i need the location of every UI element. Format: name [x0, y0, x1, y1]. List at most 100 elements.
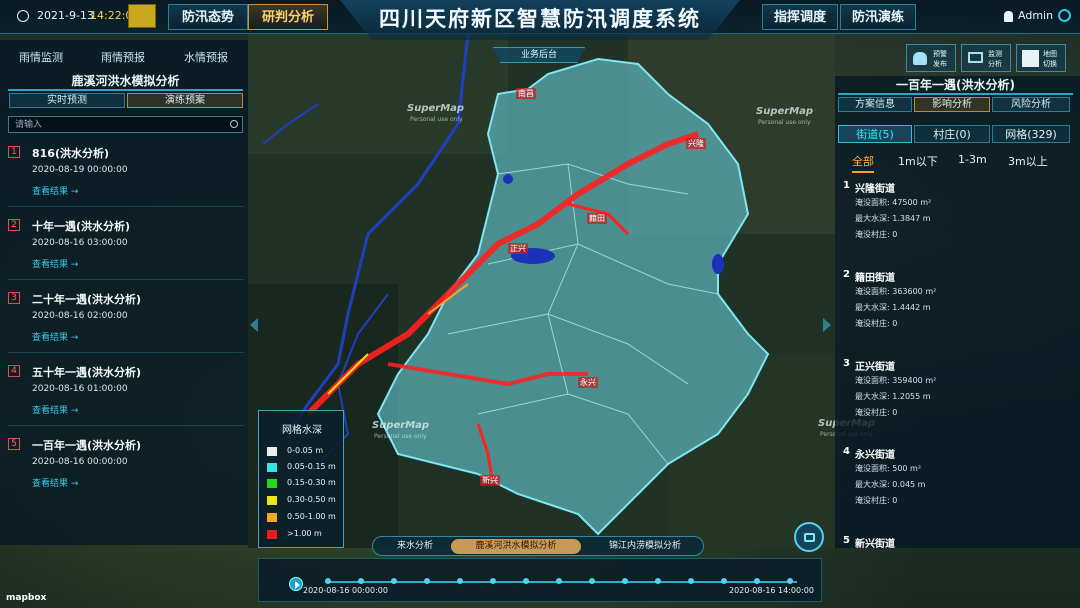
- tab-rain-forecast[interactable]: 雨情预报: [82, 49, 164, 65]
- scenario-time: 2020-08-16 02:00:00: [32, 311, 128, 321]
- scenario-item[interactable]: 4 五十年一遇(洪水分析) 2020-08-16 01:00:00 查看结果 →: [8, 363, 244, 435]
- map-switch-label: 切换: [1043, 60, 1057, 68]
- monitor-analysis-button[interactable]: 监测 分析: [961, 44, 1011, 72]
- view-result-link[interactable]: 查看结果 →: [32, 257, 78, 270]
- street-item[interactable]: 3 正兴街道 淹没面积: 359400 m² 最大水深: 1.2055 m 淹没…: [843, 356, 1073, 444]
- timeline-end: 2020-08-16 14:00:00: [729, 586, 814, 595]
- nav-analysis[interactable]: 研判分析: [248, 4, 328, 30]
- timeline-tick[interactable]: [457, 578, 463, 584]
- view-result-link[interactable]: 查看结果 →: [32, 476, 78, 489]
- timeline-tick[interactable]: [490, 578, 496, 584]
- timeline-tick[interactable]: [523, 578, 529, 584]
- clock-icon: [17, 10, 29, 22]
- warning-publish-button[interactable]: 预警 发布: [906, 44, 956, 72]
- place-label: 籍田: [587, 213, 607, 224]
- subtab-risk-analysis[interactable]: 风险分析: [992, 97, 1070, 112]
- view-result-link[interactable]: 查看结果 →: [32, 403, 78, 416]
- timeline-tick[interactable]: [424, 578, 430, 584]
- street-name: 永兴街道: [855, 450, 895, 461]
- tab-jinjiang-waterlog-sim[interactable]: 锦江内涝模拟分析: [591, 539, 699, 554]
- legend-label: 0.50-1.00 m: [287, 512, 336, 521]
- legend-swatch: [267, 463, 277, 472]
- subtab-realtime[interactable]: 实时预测: [9, 93, 125, 108]
- street-item[interactable]: 1 兴隆街道 淹没面积: 47500 m² 最大水深: 1.3847 m 淹没村…: [843, 178, 1073, 266]
- power-icon[interactable]: [1058, 9, 1071, 22]
- timeline-tick[interactable]: [754, 578, 760, 584]
- nav-command[interactable]: 指挥调度: [762, 4, 838, 30]
- legend-swatch: [267, 530, 277, 539]
- street-name: 兴隆街道: [855, 184, 895, 195]
- timeline-tick[interactable]: [589, 578, 595, 584]
- tab-villages[interactable]: 村庄(0): [914, 125, 990, 143]
- monitor-icon: [968, 52, 983, 63]
- tab-luxi-flood-sim[interactable]: 鹿溪河洪水模拟分析: [451, 539, 581, 554]
- map-switch-button[interactable]: 地图 切换: [1016, 44, 1066, 72]
- scenario-name: 五十年一遇(洪水分析): [32, 366, 142, 379]
- tab-grids[interactable]: 网格(329): [992, 125, 1070, 143]
- play-button[interactable]: [289, 577, 303, 591]
- place-label: 南昌: [516, 88, 536, 99]
- username[interactable]: Admin: [1018, 9, 1053, 22]
- scenario-item[interactable]: 3 二十年一遇(洪水分析) 2020-08-16 02:00:00 查看结果 →: [8, 290, 244, 362]
- view-result-link[interactable]: 查看结果 →: [32, 330, 78, 343]
- nav-drill[interactable]: 防汛演练: [840, 4, 916, 30]
- place-label: 兴隆: [686, 138, 706, 149]
- search-input[interactable]: 请输入: [8, 116, 243, 133]
- street-depth: 最大水深: 0.045 m: [855, 480, 926, 489]
- street-number: 5: [843, 535, 850, 546]
- street-name: 正兴街道: [855, 362, 895, 373]
- street-number: 1: [843, 180, 850, 191]
- legend-swatch: [267, 513, 277, 522]
- layers-icon: [804, 533, 815, 542]
- watermark-sub: Personal use only: [374, 433, 427, 440]
- backend-button[interactable]: 业务后台: [493, 47, 585, 63]
- timeline-tick[interactable]: [391, 578, 397, 584]
- watermark-sub: Personal use only: [410, 116, 463, 123]
- scenario-item[interactable]: 2 十年一遇(洪水分析) 2020-08-16 03:00:00 查看结果 →: [8, 217, 244, 289]
- scenario-name: 816(洪水分析): [32, 147, 110, 160]
- scenario-time: 2020-08-19 00:00:00: [32, 165, 128, 175]
- map-stage[interactable]: 南昌 兴隆 正兴 籍田 永兴 新兴 SuperMap Personal use …: [0, 0, 1080, 608]
- legend-swatch: [267, 447, 277, 456]
- subtab-drill-plan[interactable]: 演练预案: [127, 93, 243, 108]
- timeline-tick[interactable]: [556, 578, 562, 584]
- filter-1-3m[interactable]: 1-3m: [958, 153, 987, 166]
- search-icon[interactable]: [230, 120, 238, 128]
- street-depth: 最大水深: 1.4442 m: [855, 303, 931, 312]
- filter-below-1m[interactable]: 1m以下: [898, 153, 938, 169]
- street-villages: 淹没村庄: 0: [855, 408, 898, 417]
- street-item[interactable]: 5 新兴街道: [843, 533, 1073, 550]
- view-result-link[interactable]: 查看结果 →: [32, 184, 78, 197]
- subtab-plan-info[interactable]: 方案信息: [838, 97, 912, 112]
- place-label: 新兴: [480, 475, 500, 486]
- timeline-tick[interactable]: [787, 578, 793, 584]
- scenario-item[interactable]: 1 816(洪水分析) 2020-08-19 00:00:00 查看结果 →: [8, 144, 244, 216]
- scenario-item[interactable]: 5 一百年一遇(洪水分析) 2020-08-16 00:00:00 查看结果 →: [8, 436, 244, 508]
- street-area: 淹没面积: 363600 m²: [855, 287, 937, 296]
- scenario-name: 一百年一遇(洪水分析): [32, 439, 142, 452]
- timeline-tick[interactable]: [688, 578, 694, 584]
- timeline-tick[interactable]: [655, 578, 661, 584]
- timeline-tick[interactable]: [622, 578, 628, 584]
- scenario-time: 2020-08-16 03:00:00: [32, 238, 128, 248]
- filter-all[interactable]: 全部: [852, 153, 874, 173]
- filter-above-3m[interactable]: 3m以上: [1008, 153, 1048, 169]
- date-text: 2021-9-13: [37, 9, 94, 22]
- tab-rain-monitor[interactable]: 雨情监测: [0, 49, 82, 65]
- street-item[interactable]: 2 籍田街道 淹没面积: 363600 m² 最大水深: 1.4442 m 淹没…: [843, 267, 1073, 355]
- tab-inflow-analysis[interactable]: 来水分析: [379, 539, 451, 554]
- bell-icon: [913, 52, 927, 65]
- layers-button[interactable]: [794, 522, 824, 552]
- scenario-number: 3: [8, 292, 20, 304]
- timeline-tick[interactable]: [325, 578, 331, 584]
- nav-flood-situation[interactable]: 防汛态势: [168, 4, 248, 30]
- place-label: 永兴: [578, 377, 598, 388]
- street-number: 3: [843, 358, 850, 369]
- street-item[interactable]: 4 永兴街道 淹没面积: 500 m² 最大水深: 0.045 m 淹没村庄: …: [843, 444, 1073, 532]
- tab-water-forecast[interactable]: 水情预报: [164, 49, 248, 65]
- scenario-number: 4: [8, 365, 20, 377]
- timeline-tick[interactable]: [721, 578, 727, 584]
- timeline-tick[interactable]: [358, 578, 364, 584]
- tab-streets[interactable]: 街道(5): [838, 125, 912, 143]
- subtab-impact-analysis[interactable]: 影响分析: [914, 97, 990, 112]
